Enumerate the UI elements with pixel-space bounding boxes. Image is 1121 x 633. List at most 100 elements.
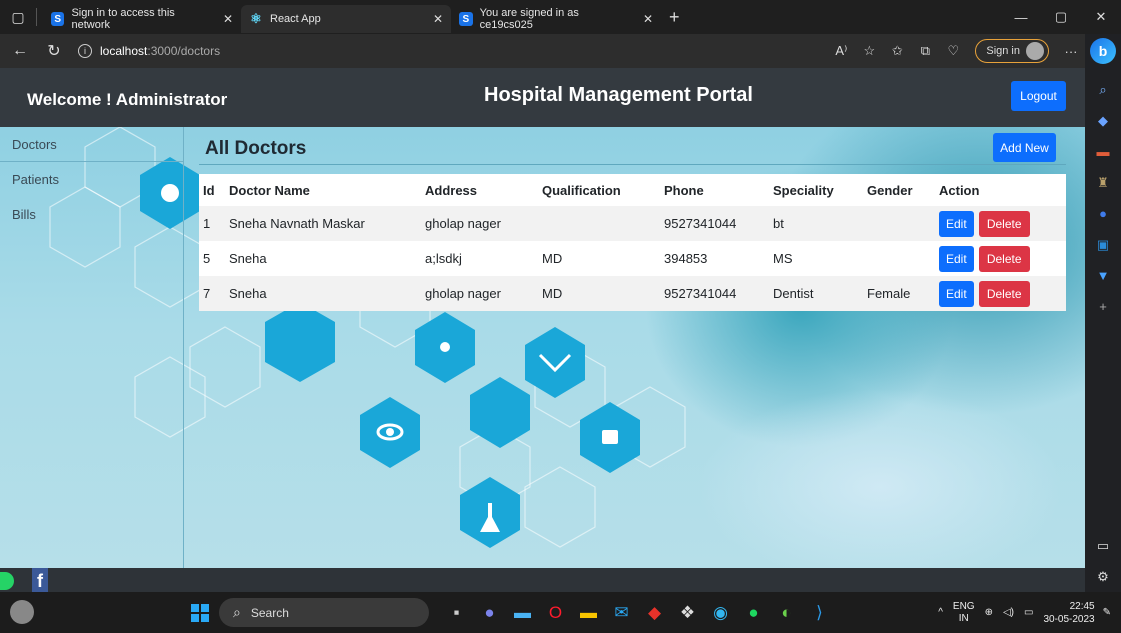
- avatar: [1026, 42, 1044, 60]
- file-explorer-icon[interactable]: ▬: [572, 598, 605, 627]
- sidebar-item-doctors[interactable]: Doctors: [0, 127, 183, 162]
- info-icon[interactable]: i: [78, 44, 92, 58]
- tab-react-app[interactable]: ⚛ React App ✕: [241, 5, 451, 33]
- drop-icon[interactable]: ▼: [1085, 260, 1121, 291]
- add-new-button[interactable]: Add New: [993, 133, 1056, 162]
- shopping-icon[interactable]: ◆: [1085, 105, 1121, 136]
- battery-icon[interactable]: ▭: [1024, 607, 1033, 618]
- cell-speciality: MS: [769, 241, 863, 276]
- time: 22:45: [1069, 600, 1095, 612]
- tab-sign-in[interactable]: S Sign in to access this network ✕: [43, 5, 241, 33]
- cell-phone: 9527341044: [660, 276, 769, 311]
- close-icon[interactable]: ✕: [211, 12, 233, 26]
- system-tray: ^ ENG IN ⊕ ◁) ▭ 22:45 30-05-2023 ✎: [938, 592, 1121, 633]
- task-view-icon[interactable]: ▪: [440, 598, 473, 627]
- mail-icon[interactable]: ✉: [605, 598, 638, 627]
- edge-icon[interactable]: ◉: [704, 598, 737, 627]
- tab-actions-icon[interactable]: ▢: [0, 0, 36, 34]
- maximize-icon[interactable]: ▢: [1041, 0, 1081, 34]
- teams-icon[interactable]: ●: [473, 598, 506, 627]
- back-icon[interactable]: ←: [6, 37, 34, 65]
- tab-favicon: S: [459, 12, 473, 26]
- cell-gender: Female: [863, 276, 935, 311]
- refresh-icon[interactable]: ↻: [40, 37, 68, 65]
- desktop-icon[interactable]: ▬: [506, 598, 539, 627]
- url-field[interactable]: i localhost:3000/doctors: [78, 44, 220, 58]
- tab-strip: ▢ S Sign in to access this network ✕ ⚛ R…: [0, 0, 1121, 34]
- sidebar-item-bills[interactable]: Bills: [0, 197, 183, 232]
- opera-icon[interactable]: O: [539, 598, 572, 627]
- vscode-icon[interactable]: ⟩: [803, 598, 836, 627]
- delete-button[interactable]: Delete: [978, 245, 1030, 272]
- clock[interactable]: 22:45 30-05-2023: [1043, 600, 1094, 626]
- portal-header: Welcome ! Administrator Hospital Managem…: [0, 68, 1085, 127]
- sidebar-item-patients[interactable]: Patients: [0, 162, 183, 197]
- lang-bottom: IN: [958, 612, 969, 624]
- games-icon[interactable]: ♜: [1085, 167, 1121, 198]
- content-title: All Doctors: [205, 138, 307, 159]
- close-icon[interactable]: ✕: [631, 12, 653, 26]
- cell-speciality: Dentist: [769, 276, 863, 311]
- outlook-icon[interactable]: ▣: [1085, 229, 1121, 260]
- page-title: Hospital Management Portal: [484, 84, 753, 106]
- windows-start-icon[interactable]: [191, 604, 209, 622]
- app-green-icon[interactable]: ◐: [770, 598, 803, 627]
- weather-icon[interactable]: [10, 600, 34, 624]
- table-row: 7 Sneha gholap nager MD 9527341044 Denti…: [199, 276, 1066, 311]
- sidebar-nav: Doctors Patients Bills: [0, 127, 184, 568]
- toolbar-right: A⁾ ☆ ✩ ⧉ ♡ Sign in ···: [827, 34, 1085, 68]
- collections-icon[interactable]: ⧉: [911, 43, 939, 59]
- url-host: localhost: [100, 44, 148, 58]
- sign-in-button[interactable]: Sign in: [975, 39, 1049, 63]
- whatsapp-icon[interactable]: [0, 572, 14, 590]
- notifications-icon[interactable]: ✎: [1103, 607, 1111, 618]
- edit-button[interactable]: Edit: [939, 280, 974, 307]
- edit-button[interactable]: Edit: [939, 210, 974, 237]
- delete-button[interactable]: Delete: [978, 280, 1030, 307]
- health-icon[interactable]: ♡: [939, 43, 967, 59]
- logout-button[interactable]: Logout: [1011, 81, 1066, 111]
- cell-speciality: bt: [769, 206, 863, 241]
- search-icon[interactable]: ⌕: [1085, 74, 1121, 105]
- tab-favicon: S: [51, 12, 65, 26]
- cell-id: 7: [199, 276, 225, 311]
- delete-button[interactable]: Delete: [978, 210, 1030, 237]
- cell-qualification: MD: [538, 241, 660, 276]
- language-indicator[interactable]: ENG IN: [953, 601, 975, 625]
- volume-icon[interactable]: ◁): [1003, 607, 1014, 618]
- new-tab-icon[interactable]: +: [669, 7, 680, 28]
- cell-address: a;lsdkj: [421, 241, 538, 276]
- search-icon: ⌕: [233, 604, 241, 620]
- table-row: 5 Sneha a;lsdkj MD 394853 MS Edit Delete: [199, 241, 1066, 276]
- tab-label: React App: [270, 13, 321, 25]
- cell-qualification: [538, 206, 660, 241]
- read-aloud-icon[interactable]: A⁾: [827, 43, 855, 59]
- dropbox-icon[interactable]: ❖: [671, 598, 704, 627]
- favorite-add-icon[interactable]: ☆: [855, 43, 883, 59]
- spotify-icon[interactable]: ●: [737, 598, 770, 627]
- bing-icon[interactable]: b: [1090, 38, 1116, 64]
- sign-in-label: Sign in: [986, 45, 1020, 57]
- microsoft365-icon[interactable]: ●: [1085, 198, 1121, 229]
- search-label: Search: [250, 605, 289, 620]
- close-window-icon[interactable]: ✕: [1081, 0, 1121, 34]
- gear-icon[interactable]: ⚙: [1085, 561, 1121, 592]
- edit-button[interactable]: Edit: [939, 245, 974, 272]
- more-icon[interactable]: ···: [1057, 44, 1085, 59]
- tools-icon[interactable]: ▬: [1085, 136, 1121, 167]
- network-icon[interactable]: ⊕: [985, 607, 993, 618]
- col-header-speciality: Speciality: [769, 174, 863, 206]
- chevron-up-icon[interactable]: ^: [938, 607, 943, 618]
- minimize-icon[interactable]: —: [1001, 0, 1041, 34]
- add-icon[interactable]: +: [1085, 291, 1121, 322]
- app-diamond-icon[interactable]: ◆: [638, 598, 671, 627]
- facebook-icon[interactable]: f: [32, 568, 48, 592]
- favorites-icon[interactable]: ✩: [883, 43, 911, 59]
- col-header-gender: Gender: [863, 174, 935, 206]
- cell-action: Edit Delete: [935, 206, 1066, 241]
- close-icon[interactable]: ✕: [421, 12, 443, 26]
- taskbar-search[interactable]: ⌕ Search: [219, 598, 429, 627]
- sidebar-toggle-icon[interactable]: ▭: [1085, 530, 1121, 561]
- tab-signed-in[interactable]: S You are signed in as ce19cs025 ✕: [451, 5, 661, 33]
- welcome-text: Welcome ! Administrator: [27, 90, 228, 109]
